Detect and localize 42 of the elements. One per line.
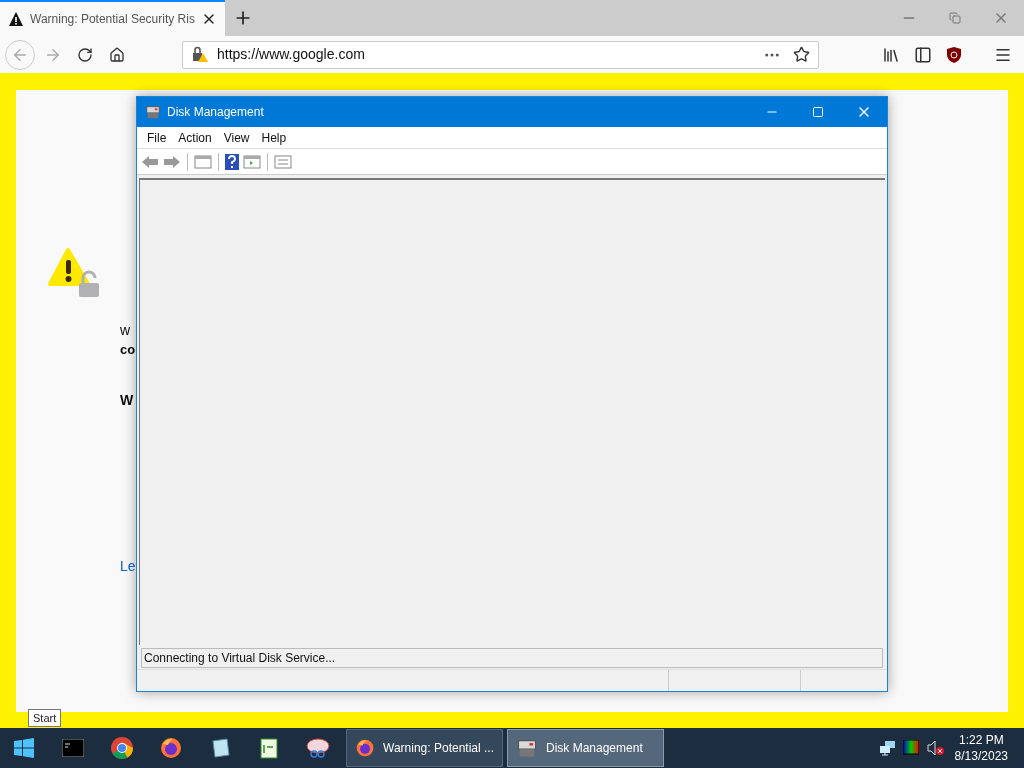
url-text: https://www.google.com bbox=[217, 45, 366, 64]
page-text: w bbox=[120, 321, 132, 340]
chrome-icon[interactable] bbox=[109, 736, 134, 760]
reload-icon[interactable] bbox=[77, 46, 93, 63]
warning-lock-icon bbox=[191, 45, 209, 64]
muted-speaker-icon[interactable] bbox=[926, 740, 945, 756]
help-icon[interactable] bbox=[225, 153, 239, 170]
shield-icon[interactable] bbox=[946, 45, 962, 64]
disk-icon bbox=[145, 104, 161, 120]
status-text: Connecting to Virtual Disk Service... bbox=[141, 648, 883, 668]
menu-item[interactable]: Help bbox=[255, 128, 293, 147]
clock-time: 1:22 PM bbox=[958, 732, 1004, 748]
clock-date: 8/13/2023 bbox=[954, 748, 1008, 764]
color-monitor-icon[interactable] bbox=[902, 740, 919, 756]
forward-arrow-icon[interactable] bbox=[163, 154, 181, 169]
menu-item[interactable]: Action bbox=[172, 128, 218, 147]
back-arrow-icon[interactable] bbox=[141, 154, 159, 169]
warning-lock-icon bbox=[48, 248, 102, 300]
spreadsheet-icon[interactable] bbox=[257, 737, 280, 759]
windows-logo-icon[interactable] bbox=[14, 738, 34, 758]
page-text: co bbox=[120, 341, 136, 359]
bookmark-icon[interactable] bbox=[793, 46, 810, 63]
terminal-icon[interactable] bbox=[61, 739, 84, 757]
network-icon[interactable] bbox=[878, 740, 897, 756]
disk-icon bbox=[516, 737, 538, 759]
taskbar-button[interactable]: Warning: Potential ... bbox=[346, 729, 503, 767]
tab-title: Warning: Potential Security Ris bbox=[30, 11, 195, 28]
library-icon[interactable] bbox=[882, 45, 900, 64]
firefox-icon bbox=[158, 736, 183, 760]
window-title: Disk Management bbox=[167, 104, 264, 121]
maximize-icon[interactable] bbox=[812, 106, 824, 118]
menu-item[interactable]: View bbox=[217, 128, 256, 147]
page-text: W bbox=[120, 391, 135, 410]
taskbar-button[interactable]: Disk Management bbox=[507, 729, 664, 767]
sidebar-icon[interactable] bbox=[914, 45, 932, 64]
learn-more-link[interactable]: Le bbox=[120, 556, 136, 576]
home-icon[interactable] bbox=[109, 46, 125, 63]
browser-tab[interactable]: Warning: Potential Security Ris bbox=[0, 0, 225, 36]
address-bar[interactable]: https://www.google.com bbox=[182, 40, 819, 69]
warning-icon bbox=[8, 11, 24, 27]
menu-item[interactable]: File bbox=[141, 128, 173, 147]
start-tooltip: Start bbox=[28, 709, 62, 727]
